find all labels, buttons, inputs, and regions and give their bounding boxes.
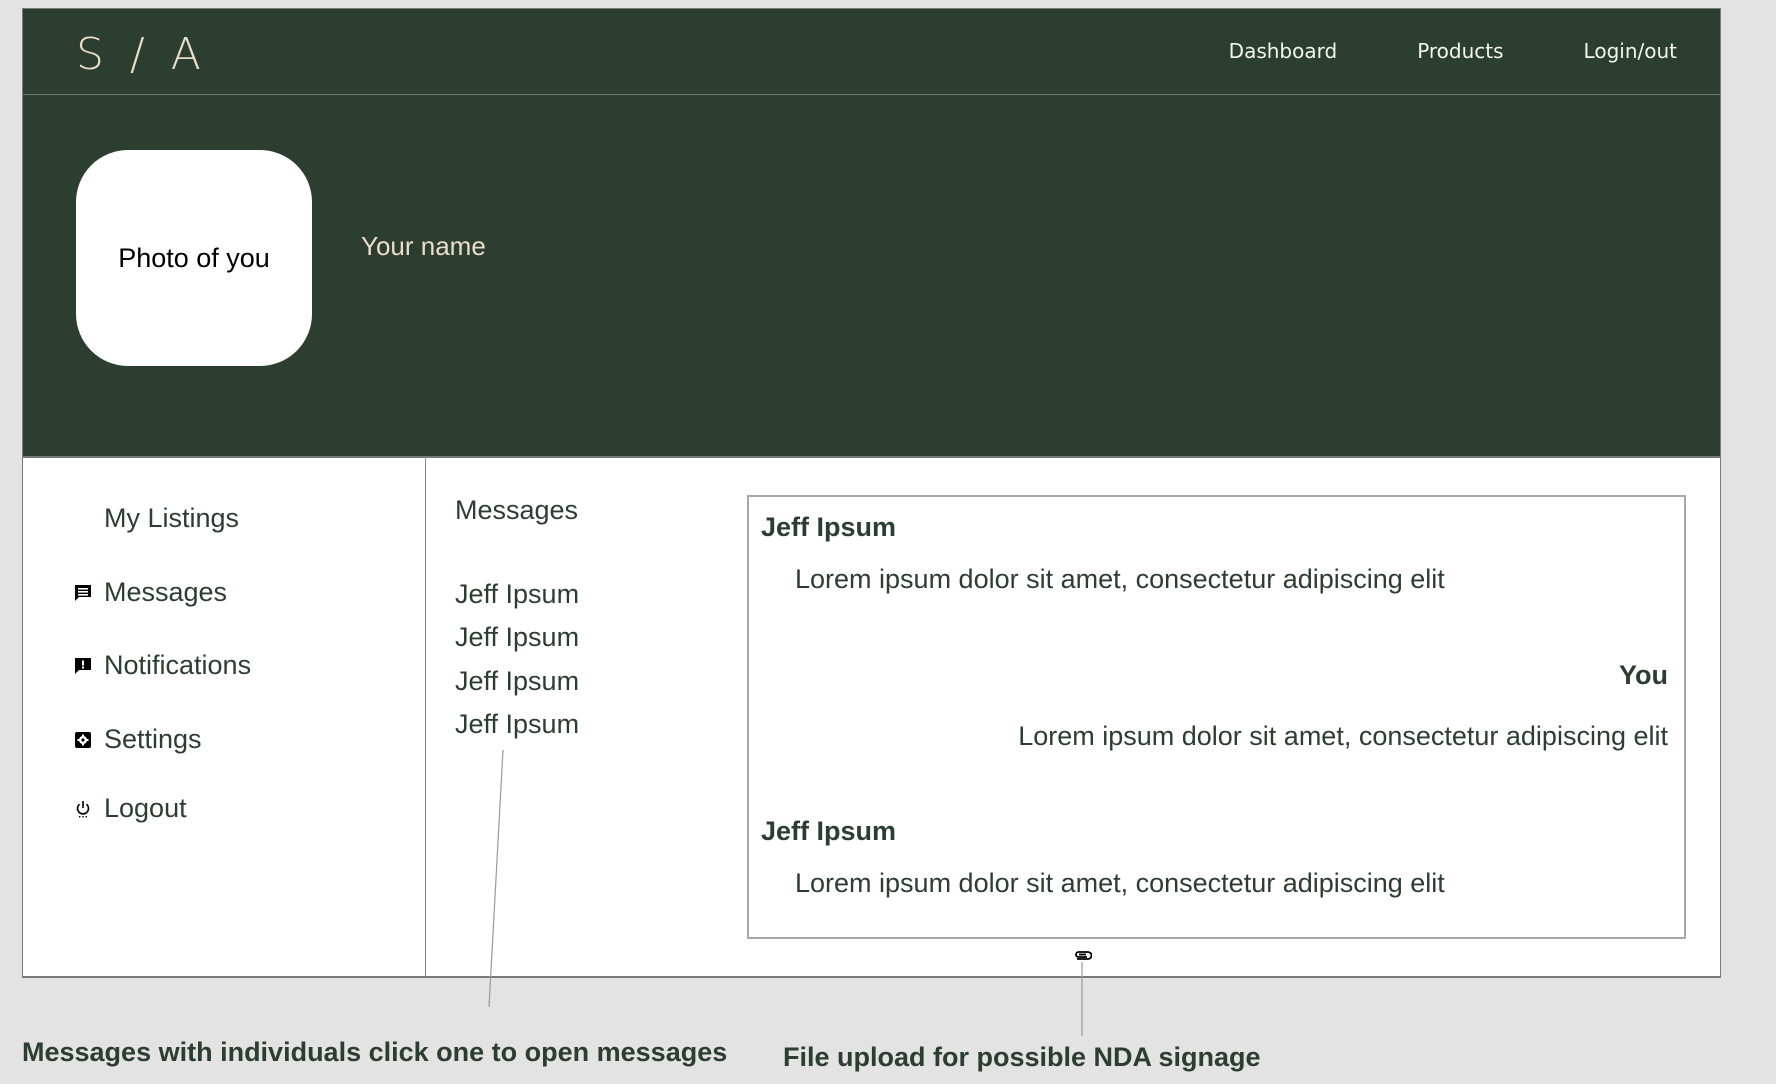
annotation-upload: File upload for possible NDA signage bbox=[783, 1042, 1261, 1072]
contacts-leader-line bbox=[488, 749, 504, 1008]
annotation-lines bbox=[488, 749, 1083, 1036]
annotation-contacts: Messages with individuals click one to o… bbox=[22, 1037, 728, 1067]
